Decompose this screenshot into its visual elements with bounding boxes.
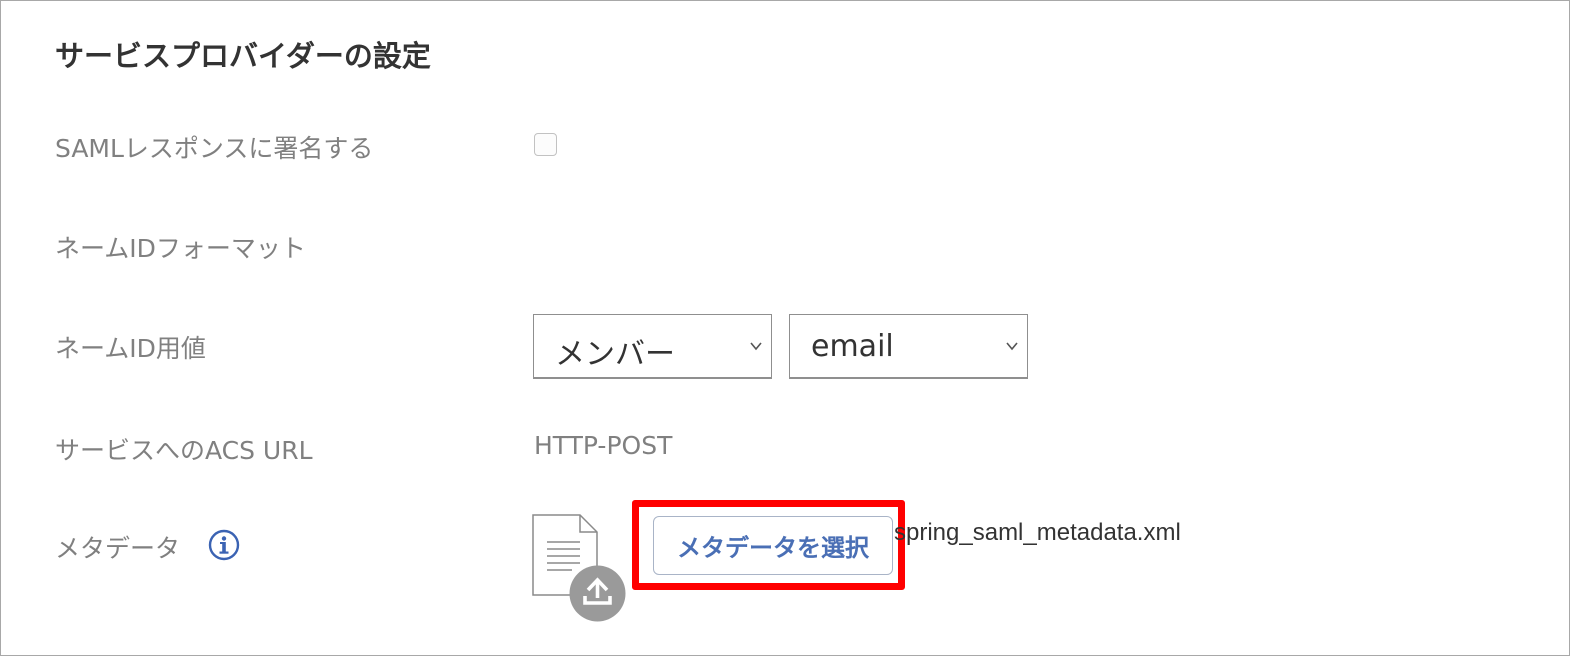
info-circle-icon[interactable] — [208, 529, 240, 561]
sign-response-checkbox[interactable] — [534, 133, 557, 156]
sign-response-label: SAMLレスポンスに署名する — [55, 134, 374, 163]
nameid-attribute-select[interactable]: email — [789, 314, 1028, 379]
nameid-attribute-value: email — [811, 329, 894, 364]
acs-url-value: HTTP-POST — [534, 431, 673, 460]
acs-url-label: サービスへのACS URL — [55, 436, 313, 465]
nameid-source-select[interactable]: メンバー — [533, 314, 772, 379]
metadata-filename: spring_saml_metadata.xml — [894, 519, 1181, 546]
nameid-value-label: ネームID用値 — [55, 334, 206, 363]
nameid-source-value: メンバー — [555, 337, 675, 372]
choose-metadata-button[interactable]: メタデータを選択 — [653, 516, 893, 575]
section-title: サービスプロバイダーの設定 — [55, 39, 431, 73]
nameid-format-label: ネームIDフォーマット — [55, 234, 306, 263]
chevron-down-icon — [1006, 342, 1018, 351]
metadata-label: メタデータ — [55, 534, 181, 563]
chevron-down-icon — [750, 342, 762, 351]
upload-icon[interactable] — [569, 565, 626, 622]
settings-panel: サービスプロバイダーの設定 SAMLレスポンスに署名する ネームIDフォーマット… — [0, 0, 1570, 656]
